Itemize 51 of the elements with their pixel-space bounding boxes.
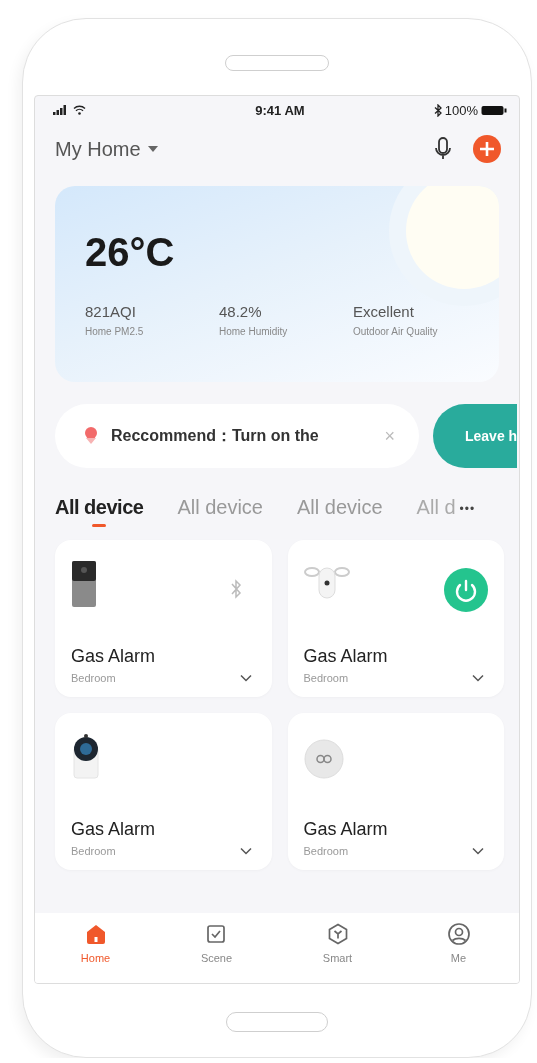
sensor-icon — [303, 739, 344, 779]
chevron-down-icon[interactable] — [239, 674, 252, 682]
doorbell-icon — [71, 560, 97, 608]
profile-icon — [446, 922, 471, 946]
chevron-down-icon[interactable] — [472, 674, 484, 682]
location-pin-icon — [83, 426, 99, 446]
room-label: Bedroom — [303, 672, 349, 684]
stat-label: Home Humidity — [219, 326, 289, 337]
battery-icon — [481, 104, 507, 116]
bluetooth-icon — [433, 103, 442, 117]
stat-label: Outdoor Air Quality — [353, 326, 439, 337]
wifi-icon — [73, 105, 86, 115]
more-button[interactable]: ••• — [459, 502, 476, 516]
status-time: 9:41 AM — [255, 102, 305, 118]
leave-home-button[interactable]: Leave h — [433, 404, 518, 468]
stat-value: Excellent — [353, 303, 415, 320]
recommendation-text: Reccommend：Turn on the — [111, 425, 319, 446]
room-label: Bedroom — [303, 845, 349, 857]
device-name: Gas Alarm — [303, 646, 388, 667]
device-name: Gas Alarm — [303, 819, 388, 840]
device-card[interactable]: Gas Alarm Bedroom — [55, 540, 272, 697]
signal-icon — [53, 105, 67, 115]
stat-value: 48.2% — [219, 303, 263, 320]
chevron-down-icon[interactable] — [239, 847, 252, 855]
device-name: Gas Alarm — [71, 819, 156, 840]
room-label: Bedroom — [71, 672, 116, 684]
camera-icon — [71, 733, 101, 779]
category-tab[interactable]: All d — [416, 494, 456, 527]
device-card[interactable]: Gas Alarm Bedroom — [287, 540, 504, 697]
dropdown-caret-icon — [147, 146, 158, 152]
stat-label: Home PM2.5 — [85, 326, 145, 337]
category-tab[interactable]: All device — [55, 494, 144, 527]
nav-tab[interactable]: Home — [80, 922, 111, 983]
microphone-icon[interactable] — [435, 137, 451, 161]
category-tab[interactable]: All device — [297, 494, 383, 527]
stat-value: 821AQI — [85, 303, 137, 320]
nav-tab[interactable]: Me — [446, 922, 471, 983]
nav-tab[interactable]: Smart — [322, 922, 353, 983]
device-card[interactable]: Gas Alarm Bedroom — [287, 713, 504, 870]
room-label: Bedroom — [71, 845, 116, 857]
device-name: Gas Alarm — [71, 646, 156, 667]
camera-icon — [303, 566, 350, 602]
battery-percentage: 100% — [444, 102, 478, 118]
add-button[interactable] — [473, 135, 501, 163]
device-card[interactable]: Gas Alarm Bedroom — [55, 713, 272, 870]
category-tab[interactable]: All device — [177, 494, 263, 527]
close-button[interactable]: × — [384, 425, 395, 447]
chevron-down-icon[interactable] — [472, 847, 484, 855]
nav-tab[interactable]: Scene — [200, 922, 233, 983]
temperature: 26°C — [85, 230, 175, 275]
home-selector[interactable]: My Home — [55, 137, 158, 161]
